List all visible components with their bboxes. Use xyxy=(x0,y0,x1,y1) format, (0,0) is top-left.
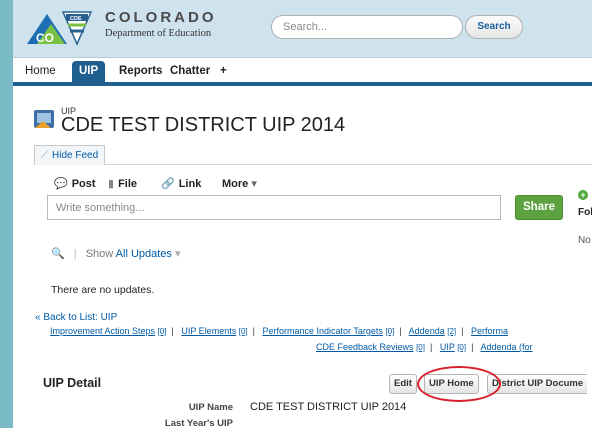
feed-icon: ⟋ xyxy=(41,150,48,161)
feed-filter: 🔍 | Show All Updates ▾ xyxy=(51,248,181,260)
hide-feed-button[interactable]: ⟋ Hide Feed xyxy=(34,145,106,165)
brand: COLORADO Department of Education xyxy=(105,9,217,39)
related-link[interactable]: Addenda xyxy=(409,326,445,336)
related-link[interactable]: CDE Feedback Reviews xyxy=(316,342,414,352)
tab-chatter[interactable]: Chatter xyxy=(170,65,210,77)
follow-label[interactable]: Fol xyxy=(578,207,592,218)
hide-feed-label: Hide Feed xyxy=(52,150,99,161)
search-icon[interactable]: 🔍 xyxy=(51,248,65,260)
brand-title: COLORADO xyxy=(105,9,217,26)
related-link[interactable]: UIP Elements xyxy=(181,326,236,336)
related-links-row-1: Improvement Action Steps [0] | UIP Elemen… xyxy=(50,326,509,336)
publisher-link[interactable]: 🔗 Link xyxy=(161,177,201,190)
post-input[interactable]: Write something... xyxy=(47,195,501,220)
followers-text: No xyxy=(578,235,591,246)
link-icon: 🔗 xyxy=(161,178,175,190)
related-link[interactable]: Performance Indicator Targets xyxy=(262,326,382,336)
related-links-row-2: CDE Feedback Reviews [0] | UIP [0] | Adden… xyxy=(316,342,533,352)
follow-plus-icon[interactable]: + xyxy=(578,190,588,200)
related-link[interactable]: Addenda (for xyxy=(480,342,532,352)
related-link[interactable]: Improvement Action Steps xyxy=(50,326,155,336)
field-label-last-years-uip: Last Year's UIP xyxy=(164,418,233,428)
related-link[interactable]: Performa xyxy=(471,326,508,336)
show-label: Show xyxy=(85,248,114,260)
brand-subtitle: Department of Education xyxy=(105,28,212,39)
tab-bar: Home UIP Reports Chatter + xyxy=(13,58,592,86)
add-tab-button[interactable]: + xyxy=(220,65,227,77)
feed-bar: ⟋ Hide Feed xyxy=(34,145,592,165)
field-value-uip-name: CDE TEST DISTRICT UIP 2014 xyxy=(250,401,407,413)
header: CO CDE COLORADO Department of Education … xyxy=(13,0,592,58)
speech-bubble-icon: 💬 xyxy=(54,178,68,190)
tab-uip[interactable]: UIP xyxy=(72,61,106,82)
highlight-circle xyxy=(417,366,501,402)
detail-section-title: UIP Detail xyxy=(43,376,102,390)
search-input[interactable]: Search... xyxy=(271,15,463,39)
uip-object-icon xyxy=(34,110,54,128)
show-filter-dropdown[interactable]: All Updates xyxy=(116,248,172,260)
chevron-down-icon: ▾ xyxy=(175,248,181,260)
publisher-more[interactable]: More ▾ xyxy=(222,177,257,190)
no-updates-text: There are no updates. xyxy=(51,284,155,296)
tab-reports[interactable]: Reports xyxy=(119,65,162,77)
back-to-list-link[interactable]: « Back to List: UIP xyxy=(35,312,117,323)
share-button[interactable]: Share xyxy=(515,195,563,220)
district-uip-documents-button[interactable]: District UIP Docume xyxy=(487,374,588,394)
publisher-post[interactable]: 💬 Post xyxy=(54,177,96,190)
field-label-uip-name: UIP Name xyxy=(188,402,233,413)
edit-button[interactable]: Edit xyxy=(389,374,417,394)
chevron-down-icon: ▾ xyxy=(251,178,257,190)
logo-co-text: CO xyxy=(36,31,54,45)
tab-home[interactable]: Home xyxy=(25,65,56,77)
search-button[interactable]: Search xyxy=(465,15,523,39)
file-icon: ▮ xyxy=(108,178,115,190)
page-title: CDE TEST DISTRICT UIP 2014 xyxy=(61,114,346,136)
publisher-file[interactable]: ▮ File xyxy=(108,177,137,190)
cde-logo[interactable]: CO CDE xyxy=(25,10,93,46)
logo-cde-text: CDE xyxy=(70,16,82,22)
related-link[interactable]: UIP xyxy=(440,342,455,352)
app-window: CO CDE COLORADO Department of Education … xyxy=(13,0,592,428)
